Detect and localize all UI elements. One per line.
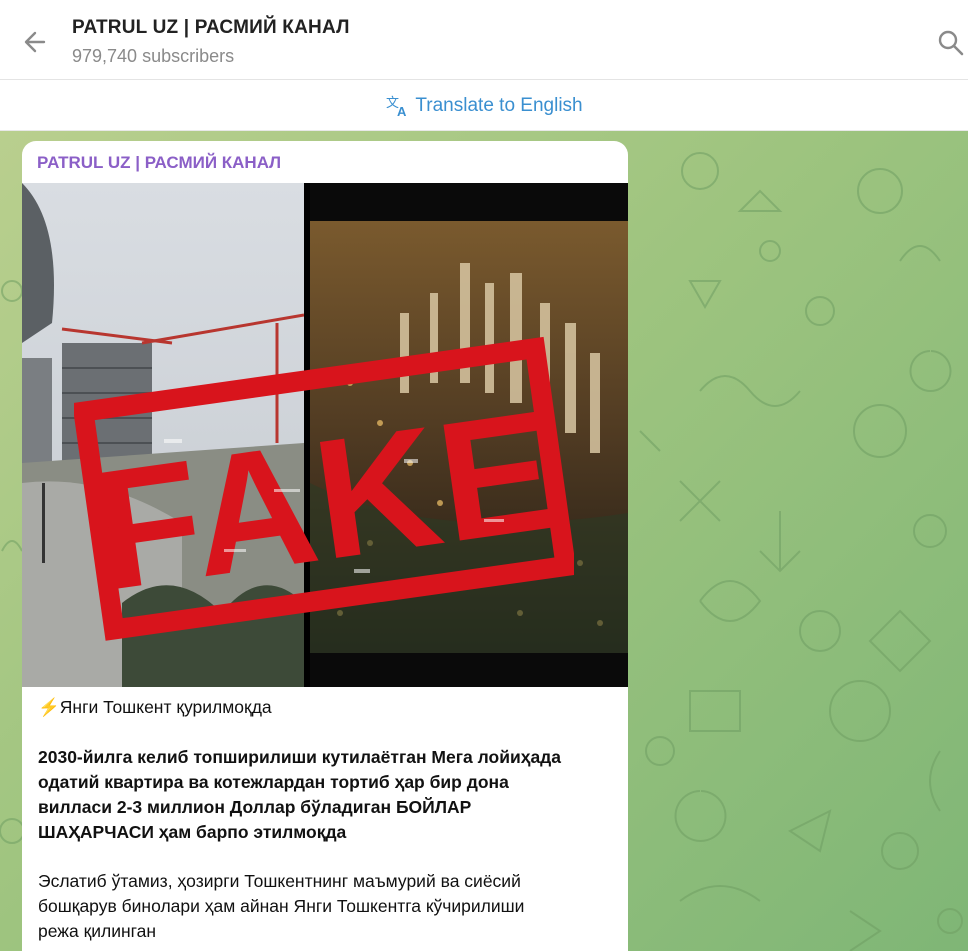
lightning-icon: ⚡ xyxy=(38,697,60,717)
text-line: бошқарув бинолари ҳам айнан Янги Тошкент… xyxy=(38,896,525,916)
message-author[interactable]: PATRUL UZ | РАСМИЙ КАНАЛ xyxy=(37,153,281,173)
subscriber-count: 979,740 subscribers xyxy=(72,46,235,66)
fake-stamp-text: FAKE xyxy=(85,375,568,627)
translate-bar[interactable]: 文 A Translate to English xyxy=(0,81,968,131)
back-button[interactable] xyxy=(18,26,54,58)
translate-icon: 文 A xyxy=(386,96,407,119)
chat-background: PATRUL UZ | РАСМИЙ КАНАЛ FAKE ⚡Янги Тошк… xyxy=(0,131,968,951)
text-line: 2030-йилга келиб топширилиши кутилаётган… xyxy=(38,747,562,767)
arrow-left-icon xyxy=(24,31,46,53)
svg-text:A: A xyxy=(397,104,407,119)
message-photo[interactable]: FAKE xyxy=(22,183,628,687)
channel-title[interactable]: PATRUL UZ | РАСМИЙ КАНАЛ xyxy=(72,17,350,39)
message-headline: ⚡Янги Тошкент қурилмоқда xyxy=(38,695,272,720)
translate-label: Translate to English xyxy=(415,94,583,116)
text-line: Эслатиб ўтамиз, ҳозирги Тошкентнинг маъм… xyxy=(38,871,521,891)
message-paragraph-bold: 2030-йилга келиб топширилиши кутилаётган… xyxy=(38,745,618,845)
message-paragraph: Эслатиб ўтамиз, ҳозирги Тошкентнинг маъм… xyxy=(38,869,598,944)
fake-stamp: FAKE xyxy=(74,336,574,641)
text-line: ШАҲАРЧАСИ ҳам барпо этилмоқда xyxy=(38,822,347,842)
headline-text: Янги Тошкент қурилмоқда xyxy=(59,697,272,717)
search-button[interactable] xyxy=(936,28,966,58)
channel-header: PATRUL UZ | РАСМИЙ КАНАЛ 979,740 subscri… xyxy=(0,0,968,80)
text-line: одатий квартира ва котежлардан тортиб ҳа… xyxy=(38,772,509,792)
search-icon xyxy=(938,30,964,56)
text-line: вилласи 2-3 миллион Доллар бўладиган БОЙ… xyxy=(38,797,472,817)
text-line: режа қилинган xyxy=(38,921,157,941)
message-bubble: PATRUL UZ | РАСМИЙ КАНАЛ FAKE ⚡Янги Тошк… xyxy=(22,141,628,951)
